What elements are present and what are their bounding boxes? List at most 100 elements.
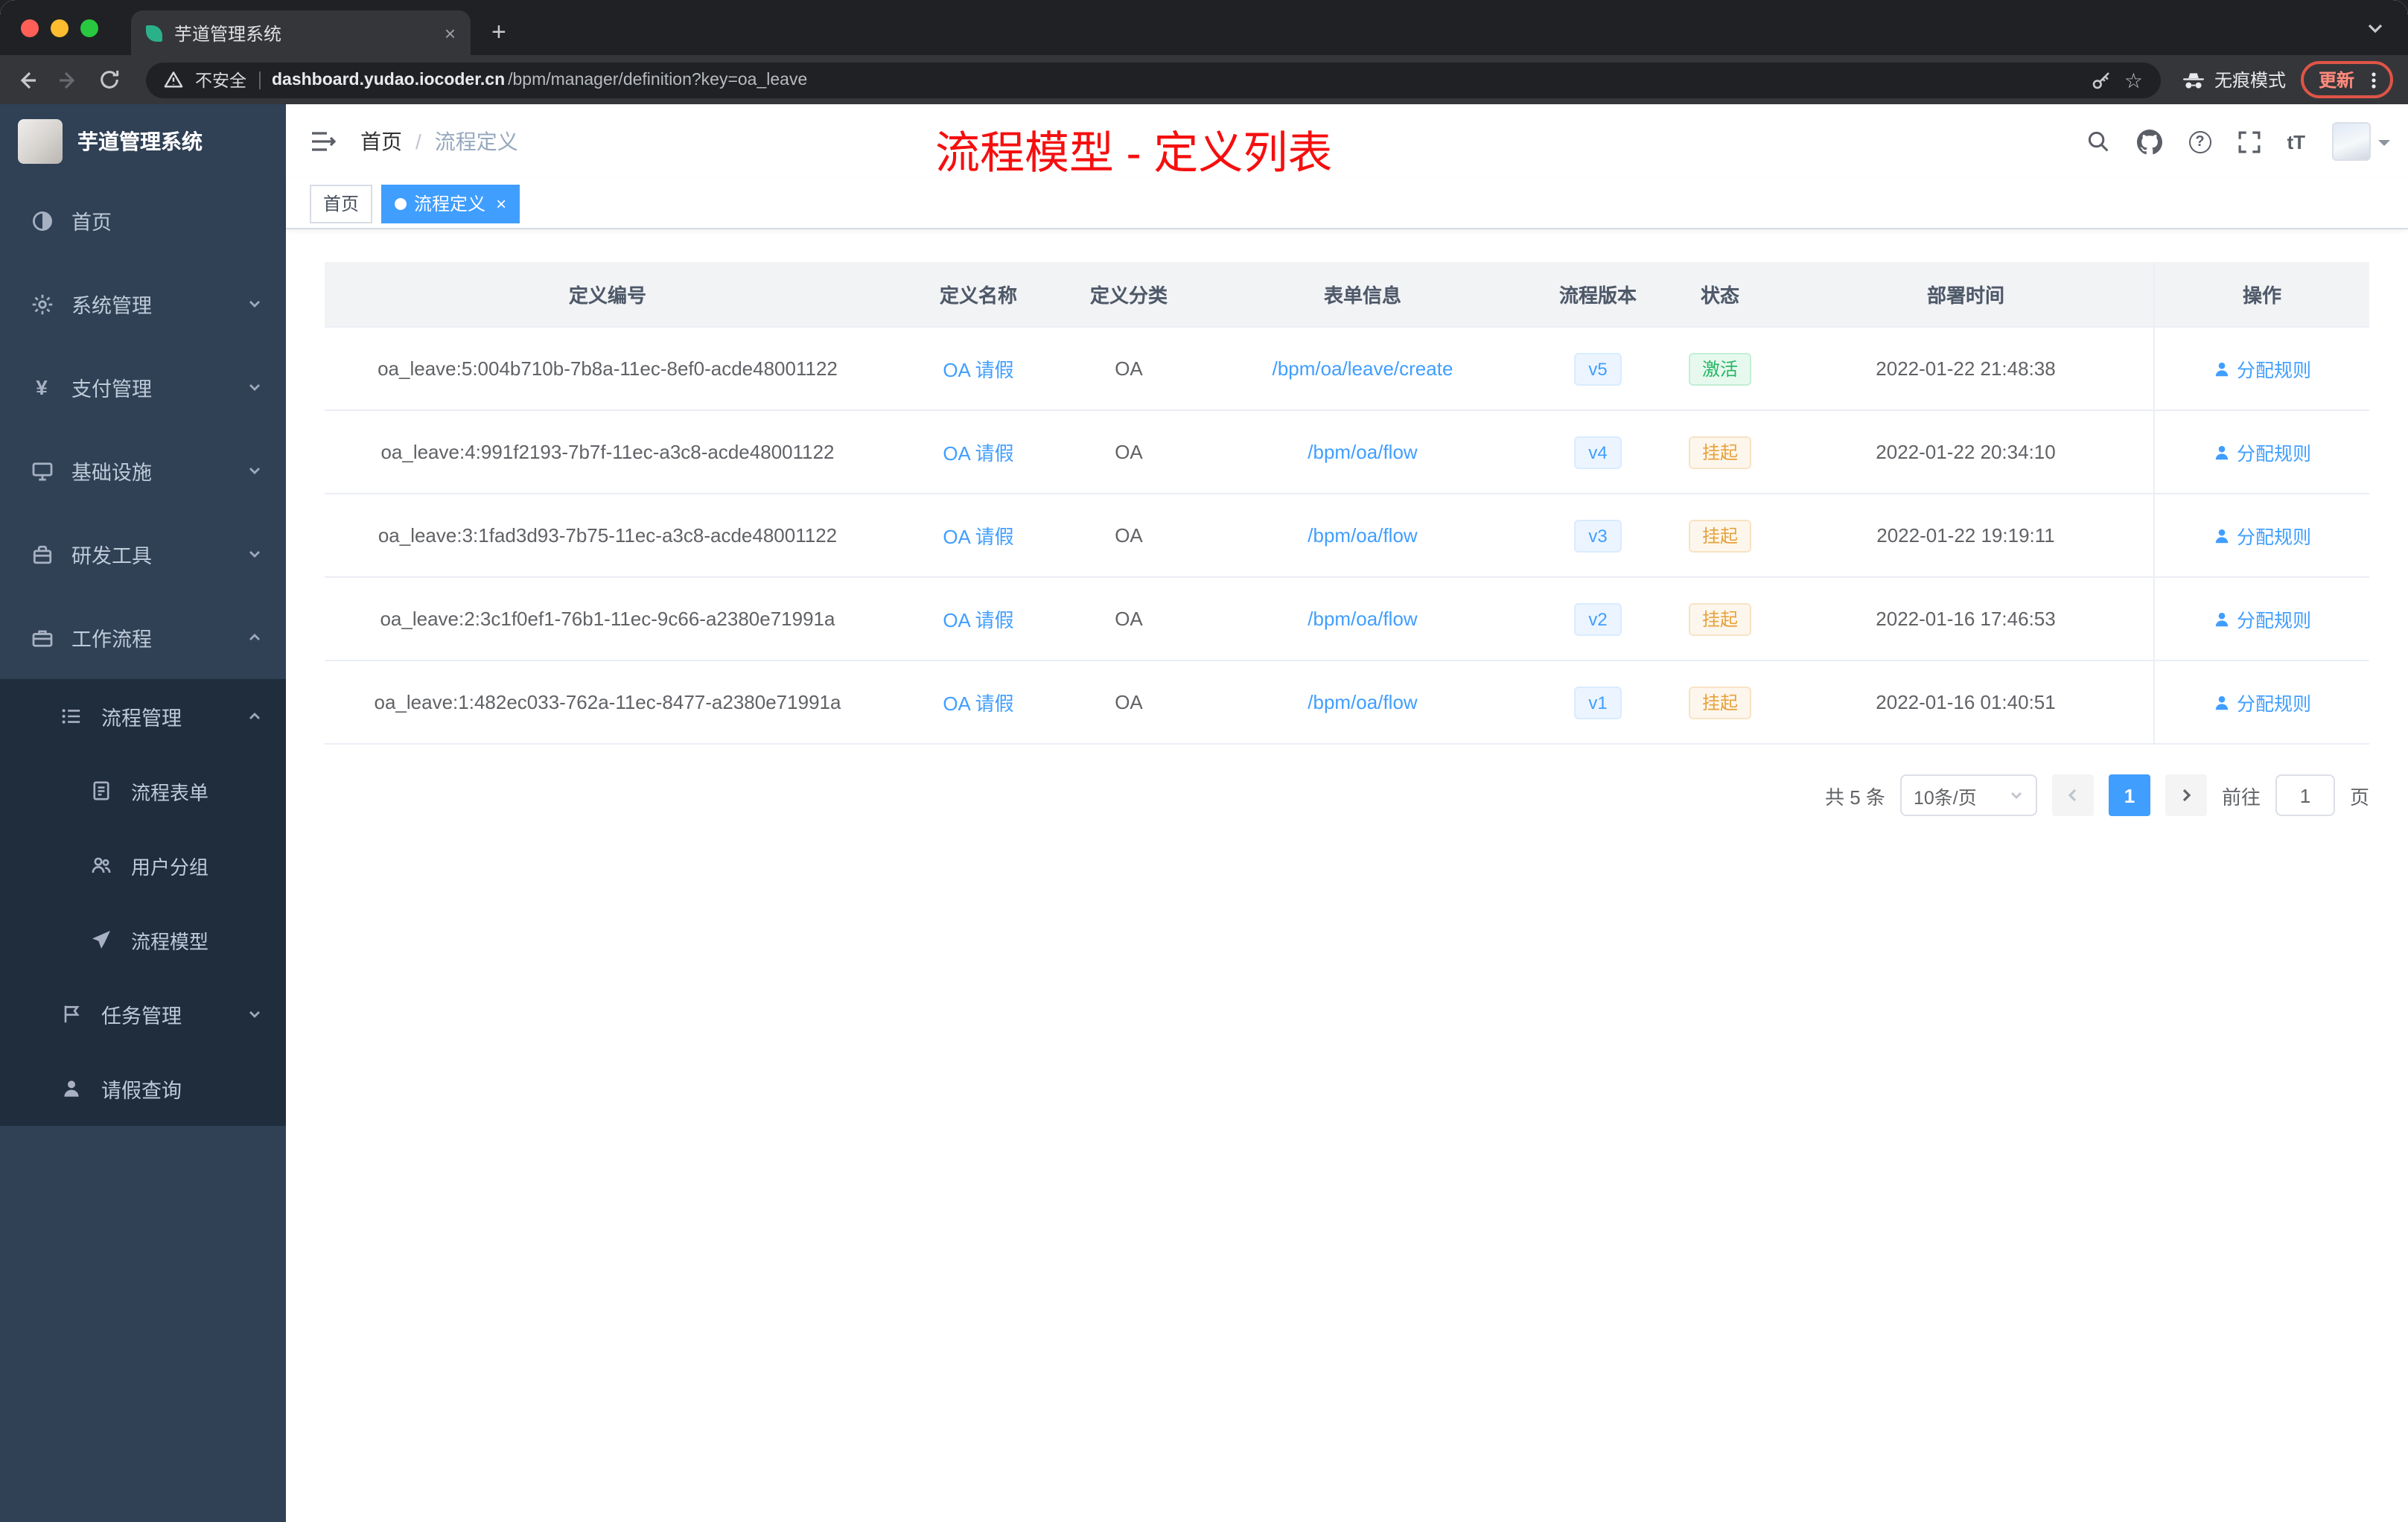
form-link[interactable]: /bpm/oa/flow: [1307, 524, 1417, 547]
app-frame: 芋道管理系统 首页 系统管理 ¥ 支付管理 基础设施 研发工具 工作流程 流程管…: [0, 104, 2408, 1522]
browser-menu-kebab-icon[interactable]: [2363, 69, 2384, 90]
window-zoom-button[interactable]: [80, 19, 98, 36]
status-badge: 挂起: [1688, 519, 1751, 552]
github-icon[interactable]: [2136, 129, 2162, 154]
assign-rule-link[interactable]: 分配规则: [2213, 354, 2311, 383]
gear-icon: [30, 293, 54, 315]
window-minimize-button[interactable]: [51, 19, 69, 36]
forward-button[interactable]: [57, 68, 83, 92]
password-key-icon[interactable]: [2092, 69, 2112, 90]
chrome-update-button[interactable]: 更新: [2300, 61, 2393, 98]
total-count: 共 5 条: [1825, 786, 1885, 808]
search-icon[interactable]: [2086, 130, 2109, 153]
prev-page-button[interactable]: [2051, 774, 2094, 816]
tab-search-chevron-icon[interactable]: [2366, 19, 2384, 37]
cell-definition-name: OA 请假: [891, 328, 1066, 410]
font-size-icon[interactable]: tT: [2287, 130, 2305, 153]
cell-version: v2: [1534, 578, 1662, 660]
sidebar-logo[interactable]: 芋道管理系统: [0, 104, 286, 179]
help-icon[interactable]: ?: [2188, 130, 2211, 153]
sidebar-item-label: 请假查询: [101, 1080, 182, 1102]
reload-button[interactable]: [98, 69, 125, 91]
definition-name-link[interactable]: OA 请假: [943, 605, 1013, 633]
sidebar-item-process-management[interactable]: 流程管理: [0, 679, 286, 754]
breadcrumb-home[interactable]: 首页: [360, 127, 402, 156]
back-button[interactable]: [15, 68, 42, 92]
definition-name-link[interactable]: OA 请假: [943, 354, 1013, 383]
form-link[interactable]: /bpm/oa/flow: [1307, 441, 1417, 463]
sidebar-item-label: 任务管理: [101, 1005, 182, 1028]
definition-name-link[interactable]: OA 请假: [943, 688, 1013, 716]
sidebar-item-label: 基础设施: [71, 462, 152, 484]
definition-name-link[interactable]: OA 请假: [943, 521, 1013, 550]
new-tab-button[interactable]: +: [491, 18, 506, 48]
form-link[interactable]: /bpm/oa/flow: [1307, 608, 1417, 630]
tag-home[interactable]: 首页: [310, 184, 373, 223]
sidebar-collapse-icon[interactable]: [310, 130, 337, 153]
goto-page-input[interactable]: [2275, 774, 2335, 816]
sidebar-item-user-groups[interactable]: 用户分组: [0, 828, 286, 902]
cell-category: OA: [1115, 691, 1143, 713]
sidebar-item-leave-query[interactable]: 请假查询: [0, 1051, 286, 1126]
sidebar-item-payment[interactable]: ¥ 支付管理: [0, 346, 286, 429]
sidebar-item-process-form[interactable]: 流程表单: [0, 754, 286, 828]
sidebar-item-home[interactable]: 首页: [0, 179, 286, 262]
form-link[interactable]: /bpm/oa/flow: [1307, 691, 1417, 713]
table-row: oa_leave:4:991f2193-7b7f-11ec-a3c8-acde4…: [325, 411, 2369, 494]
assign-rule-link[interactable]: 分配规则: [2213, 688, 2311, 716]
assign-rule-link[interactable]: 分配规则: [2213, 438, 2311, 466]
tag-label: 流程定义: [414, 194, 486, 214]
user-icon: [2215, 445, 2229, 459]
chevron-down-icon: [247, 296, 262, 311]
address-bar[interactable]: 不安全 dashboard.yudao.iocoder.cn /bpm/mana…: [146, 62, 2161, 98]
cell-form-info: /bpm/oa/leave/create: [1191, 328, 1534, 410]
current-page-button[interactable]: 1: [2108, 774, 2150, 816]
sidebar: 芋道管理系统 首页 系统管理 ¥ 支付管理 基础设施 研发工具 工作流程 流程管…: [0, 104, 286, 1522]
tag-process-definition[interactable]: 流程定义 ×: [381, 184, 520, 223]
next-page-button[interactable]: [2165, 774, 2207, 816]
security-label[interactable]: 不安全: [195, 68, 246, 92]
bookmark-star-icon[interactable]: ☆: [2124, 69, 2143, 90]
sidebar-item-devtools[interactable]: 研发工具: [0, 512, 286, 596]
sidebar-item-task-management[interactable]: 任务管理: [0, 977, 286, 1051]
assign-rule-link[interactable]: 分配规则: [2213, 605, 2311, 633]
sidebar-item-label: 流程模型: [131, 930, 209, 952]
user-avatar-menu[interactable]: [2332, 122, 2390, 161]
sidebar-item-workflow[interactable]: 工作流程: [0, 596, 286, 679]
tag-label: 首页: [323, 194, 360, 214]
update-label: 更新: [2318, 70, 2354, 91]
cell-actions: 分配规则: [2153, 578, 2369, 660]
tab-close-icon[interactable]: ×: [445, 22, 456, 44]
fullscreen-icon[interactable]: [2237, 130, 2260, 153]
form-link[interactable]: /bpm/oa/leave/create: [1273, 357, 1453, 380]
browser-tab[interactable]: 芋道管理系统 ×: [131, 10, 471, 55]
chevron-down-icon: [2010, 792, 2022, 799]
assign-rule-link[interactable]: 分配规则: [2213, 521, 2311, 550]
paper-plane-icon: [89, 929, 113, 950]
cell-deploy-time: 2022-01-16 17:46:53: [1876, 608, 2056, 630]
cell-actions: 分配规则: [2153, 411, 2369, 493]
url-domain: dashboard.yudao.iocoder.cn: [272, 71, 506, 89]
cell-status: 挂起: [1662, 661, 1778, 743]
column-header: 定义分类: [1089, 284, 1168, 307]
sidebar-item-process-model[interactable]: 流程模型: [0, 902, 286, 977]
window-close-button[interactable]: [21, 19, 39, 36]
definition-name-link[interactable]: OA 请假: [943, 438, 1013, 466]
page-size-select[interactable]: 10条/页: [1899, 774, 2037, 816]
version-badge: v3: [1573, 519, 1622, 552]
sidebar-item-infrastructure[interactable]: 基础设施: [0, 429, 286, 512]
sidebar-item-label: 系统管理: [71, 295, 152, 317]
column-header: 操作: [2153, 262, 2369, 326]
incognito-icon: [2182, 69, 2205, 90]
cell-status: 激活: [1662, 328, 1778, 410]
cell-actions: 分配规则: [2153, 661, 2369, 743]
cell-actions: 分配规则: [2153, 494, 2369, 576]
tab-favicon-icon: [146, 25, 162, 41]
breadcrumb: 首页 / 流程定义: [360, 127, 518, 156]
status-badge: 挂起: [1688, 602, 1751, 635]
sidebar-item-system[interactable]: 系统管理: [0, 262, 286, 346]
cell-status: 挂起: [1662, 578, 1778, 660]
user-icon: [2215, 361, 2229, 376]
tag-close-icon[interactable]: ×: [496, 193, 506, 214]
cell-definition-name: OA 请假: [891, 578, 1066, 660]
